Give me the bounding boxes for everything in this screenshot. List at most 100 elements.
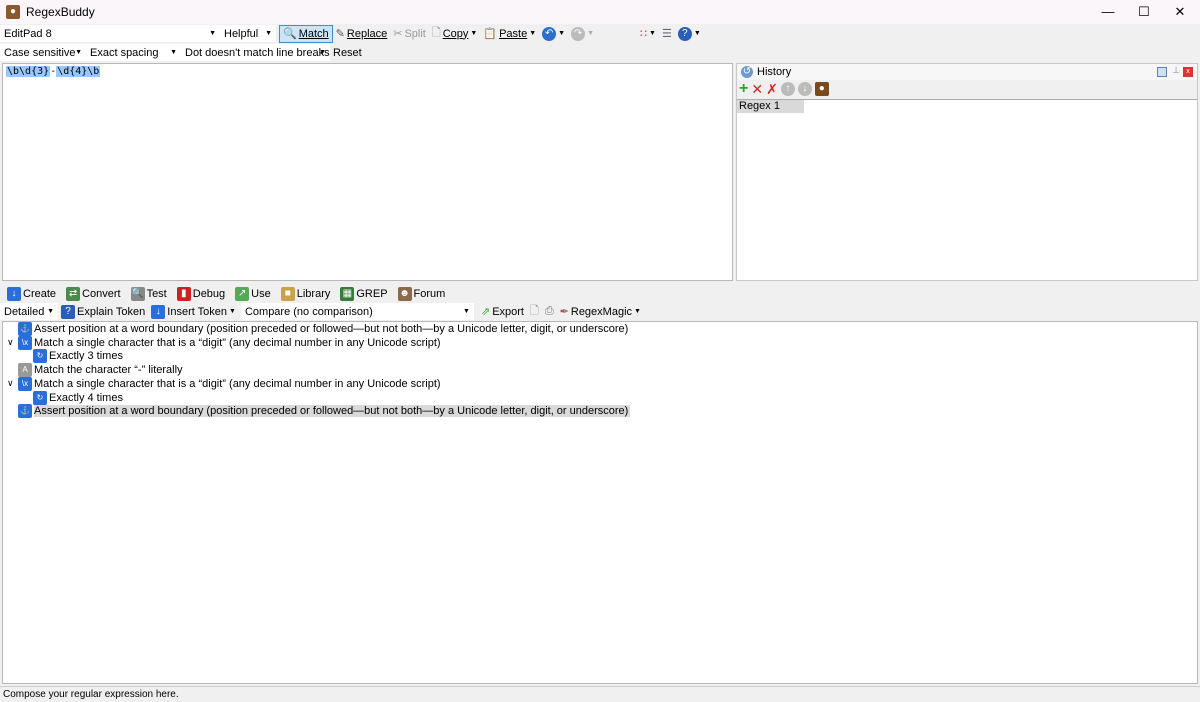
chevron-down-icon: ▼	[319, 49, 326, 56]
float-panel-icon[interactable]	[1157, 67, 1167, 77]
print-button[interactable]: ⎙	[542, 303, 557, 321]
minimize-button[interactable]: —	[1090, 0, 1126, 24]
redo-button[interactable]: ↷ ▼	[568, 25, 597, 43]
chevron-down-icon: ▼	[170, 49, 177, 56]
layout-icon: ☰	[661, 28, 672, 40]
tree-node-text: Match the character “-” literally	[34, 364, 183, 377]
tab-test[interactable]: 🔍 Test	[128, 285, 170, 303]
explain-token-button[interactable]: ? Explain Token	[58, 303, 148, 321]
document-icon: 🗋	[529, 305, 539, 317]
use-icon: ↗	[235, 286, 250, 301]
export-button[interactable]: ⇗ Export	[478, 303, 527, 321]
app-logo-icon: ●	[6, 5, 20, 19]
add-icon[interactable]: +	[739, 80, 748, 98]
history-header: ↺ History ⊥ x	[737, 64, 1197, 80]
chevron-down-icon: ▼	[265, 30, 272, 37]
copy-tree-button[interactable]: 🗋	[527, 303, 542, 321]
question-icon: ?	[61, 304, 75, 319]
tab-label: Test	[146, 287, 167, 300]
tree-node-text: Exactly 4 times	[49, 391, 123, 404]
copy-button[interactable]: 🗋 Copy ▼	[429, 25, 480, 43]
tree-node[interactable]: ∨ \x Match a single character that is a “d…	[7, 335, 441, 350]
spacing-select[interactable]: Exact spacing ▼	[86, 44, 181, 61]
history-item[interactable]: Regex 1	[737, 100, 804, 113]
magnifier-icon: 🔍	[283, 28, 297, 40]
expand-chevron-icon[interactable]: ∨	[7, 337, 14, 348]
tab-debug[interactable]: ▮ Debug	[174, 285, 228, 303]
explain-label: Explain Token	[77, 305, 146, 318]
replace-icon: ✎	[335, 28, 345, 40]
create-icon: ↓	[7, 286, 21, 301]
reset-button[interactable]: Reset	[330, 44, 365, 62]
delete-icon[interactable]: ✕	[751, 81, 763, 98]
replace-button[interactable]: ✎ Replace	[333, 25, 391, 43]
repeat-icon: ↻	[33, 390, 47, 405]
tab-create[interactable]: ↓ Create	[4, 285, 59, 303]
chevron-down-icon: ▼	[209, 30, 216, 37]
tab-forum[interactable]: ☻ Forum	[395, 285, 449, 303]
tab-use[interactable]: ↗ Use	[232, 285, 274, 303]
convert-icon: ⇄	[66, 286, 81, 301]
case-select[interactable]: Case sensitive ▼	[0, 44, 86, 61]
tree-node[interactable]: ⚓ Assert position at a word boundary (pos…	[18, 404, 631, 419]
tree-node[interactable]: ↻ Exactly 4 times	[33, 390, 123, 405]
regex-tree: ⚓ Assert position at a word boundary (pos…	[2, 321, 1198, 684]
dot-select[interactable]: Dot doesn't match line breaks ▼	[181, 44, 330, 61]
tab-label: Create	[23, 287, 57, 300]
move-down-icon[interactable]: ↓	[797, 82, 812, 96]
chevron-down-icon: ▼	[75, 49, 82, 56]
close-panel-icon[interactable]: x	[1183, 67, 1193, 77]
tree-node-text: Exactly 3 times	[49, 350, 123, 363]
tree-node[interactable]: ↻ Exactly 3 times	[33, 349, 123, 364]
regexbuddy-icon[interactable]: ●	[814, 82, 829, 96]
tab-label: GREP	[356, 287, 388, 300]
match-button[interactable]: 🔍 Match	[279, 24, 333, 43]
tree-node-text: Match a single character that is a “digi…	[34, 336, 441, 349]
tab-library[interactable]: ■ Library	[278, 285, 334, 303]
regex-editor[interactable]: \b\d{3}-\d{4}\b	[2, 63, 733, 281]
history-panel: ↺ History ⊥ x + ✕ ✗ ↑ ↓ ● Regex 1	[736, 63, 1198, 281]
tree-node[interactable]: ∨ \x Match a single character that is a “d…	[7, 376, 441, 391]
anchor-icon: ⚓	[18, 322, 32, 336]
chevron-down-icon: ▼	[463, 308, 470, 315]
chevron-down-icon: ▼	[529, 30, 537, 37]
tab-grep[interactable]: ▦ GREP	[337, 285, 390, 303]
export-label: Export	[492, 305, 524, 318]
mode-select[interactable]: Helpful ▼	[220, 25, 276, 42]
tree-node[interactable]: ⚓ Assert position at a word boundary (pos…	[18, 322, 628, 336]
printer-icon: ⎙	[544, 305, 554, 317]
chevron-down-icon: ▼	[649, 30, 656, 37]
detail-select[interactable]: Detailed ▼	[0, 303, 58, 320]
tree-node[interactable]: A Match the character “-” literally	[18, 363, 183, 378]
regexmagic-button[interactable]: ✒ RegexMagic ▼	[557, 303, 644, 321]
tab-label: Use	[251, 287, 271, 300]
layout-button[interactable]: ☰	[659, 25, 675, 43]
options-toolbar: Case sensitive ▼ Exact spacing ▼ Dot doesn…	[0, 43, 365, 62]
wand-icon: ✒	[559, 306, 569, 318]
compare-select[interactable]: Compare (no comparison) ▼	[240, 303, 474, 320]
test-icon: 🔍	[130, 286, 145, 301]
move-up-icon[interactable]: ↑	[780, 82, 795, 96]
export-icon: ⇗	[480, 306, 491, 318]
tab-convert[interactable]: ⇄ Convert	[63, 285, 124, 303]
anchor-icon: ⚓	[18, 404, 32, 419]
tab-label: Debug	[192, 287, 226, 300]
help-button[interactable]: ? ▼	[675, 25, 704, 43]
chevron-down-icon: ▼	[558, 30, 566, 37]
grep-icon: ▦	[340, 286, 355, 301]
case-value: Case sensitive	[4, 46, 76, 59]
maximize-button[interactable]: ☐	[1126, 0, 1162, 24]
chevron-down-icon: ▼	[470, 30, 478, 37]
application-select[interactable]: EditPad 8 ▼	[0, 25, 220, 42]
delete-all-icon[interactable]: ✗	[766, 81, 778, 98]
close-button[interactable]: ✕	[1162, 0, 1198, 24]
undo-button[interactable]: ↶ ▼	[539, 25, 568, 43]
expand-chevron-icon[interactable]: ∨	[7, 378, 14, 389]
pin-icon[interactable]: ⊥	[1172, 65, 1180, 76]
paste-button[interactable]: 📋 Paste ▼	[480, 25, 539, 43]
insert-token-button[interactable]: ↓ Insert Token ▼	[148, 303, 239, 321]
colors-button[interactable]: ∷ ▼	[637, 25, 659, 43]
detail-value: Detailed	[4, 305, 45, 318]
regex-part: \d{4}\b	[56, 66, 101, 77]
split-button[interactable]: ✂ Split	[390, 25, 429, 43]
